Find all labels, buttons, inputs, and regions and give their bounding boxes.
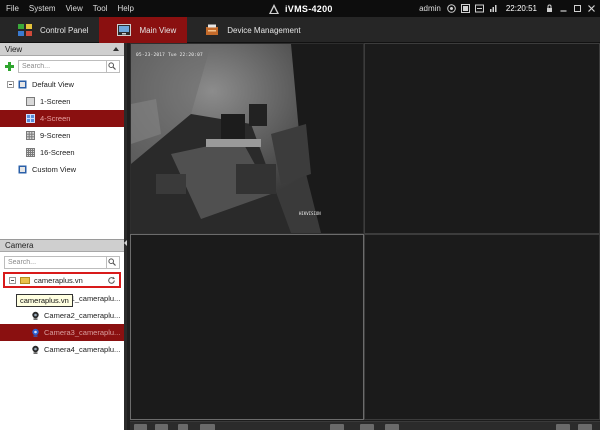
- add-view-icon[interactable]: [4, 61, 15, 72]
- camera-search-box: [4, 255, 120, 269]
- video-timestamp: 05-23-2017 Tue 22:20:07: [136, 53, 203, 58]
- cpu-usage-icon: [489, 4, 498, 13]
- maximize-view-button[interactable]: [578, 424, 592, 430]
- maximize-icon[interactable]: [573, 4, 582, 13]
- lock-icon[interactable]: [545, 4, 554, 13]
- tooltip: cameraplus.vn: [16, 294, 73, 307]
- menu-view[interactable]: View: [61, 4, 88, 13]
- camera-panel: Camera cameraplus.vn cameraplus.vn Came: [0, 239, 124, 358]
- camera-icon: [31, 311, 40, 320]
- fullscreen-button[interactable]: [155, 424, 168, 430]
- tree-item-label: 9-Screen: [40, 131, 71, 140]
- stop-all-button[interactable]: [330, 424, 344, 430]
- menu-file[interactable]: File: [0, 4, 24, 13]
- menu-tool[interactable]: Tool: [88, 4, 113, 13]
- volume-button[interactable]: [556, 424, 570, 430]
- collapse-panel-handle[interactable]: [124, 240, 127, 246]
- refresh-icon[interactable]: [107, 276, 116, 285]
- module-tab-bar: Control Panel Main View Device Managemen…: [0, 17, 600, 43]
- view-panel-header[interactable]: View: [0, 43, 124, 56]
- view-search-row: [0, 56, 124, 76]
- view-group-icon: [18, 80, 27, 89]
- nine-screen-layout-icon: [26, 131, 35, 140]
- menu-help[interactable]: Help: [112, 4, 138, 13]
- device-management-icon: [205, 24, 219, 36]
- camera-item-label: Camera4_cameraplu...: [44, 345, 121, 354]
- search-icon[interactable]: [106, 60, 117, 72]
- tree-custom-view[interactable]: Custom View: [0, 161, 124, 178]
- view-panel-title: View: [5, 44, 23, 54]
- video-channel-label: HIKVISION: [299, 211, 321, 216]
- close-icon[interactable]: [587, 4, 596, 13]
- camera-group-label: cameraplus.vn: [34, 275, 83, 285]
- tree-item-4-screen[interactable]: 4-Screen: [0, 110, 124, 127]
- tree-item-label: 1-Screen: [40, 97, 71, 106]
- lock-screen-icon[interactable]: [447, 4, 456, 13]
- tree-custom-view-label: Custom View: [32, 165, 77, 174]
- network-icon[interactable]: [460, 4, 470, 13]
- layout-button[interactable]: [134, 424, 147, 430]
- custom-view-icon: [18, 165, 27, 174]
- camera-item-4[interactable]: Camera4_cameraplu...: [0, 341, 124, 358]
- video-window-3[interactable]: [130, 234, 364, 420]
- next-button[interactable]: [385, 424, 399, 430]
- view-search-box: [18, 59, 120, 73]
- previous-button[interactable]: [360, 424, 374, 430]
- menu-bar: File System View Tool Help iVMS-4200 adm…: [0, 0, 600, 17]
- hdd-status-icon[interactable]: [474, 4, 484, 13]
- control-panel-icon: [18, 24, 32, 36]
- camera-feed-image: [131, 44, 363, 233]
- tab-device-management-label: Device Management: [227, 25, 301, 35]
- camera-icon: [31, 345, 40, 354]
- main-view-icon: [117, 24, 132, 36]
- video-window-1[interactable]: 05-23-2017 Tue 22:20:07 HIKVISION: [130, 43, 364, 234]
- view-toolbar: [130, 421, 600, 430]
- camera-group-row[interactable]: cameraplus.vn: [3, 272, 121, 288]
- tree-item-label: 4-Screen: [40, 114, 71, 123]
- capture-button[interactable]: [178, 424, 188, 430]
- status-bar: admin 22:20:51: [419, 0, 596, 17]
- hikvision-logo-icon: [268, 3, 280, 15]
- clock: 22:20:51: [505, 4, 537, 13]
- left-panel: View Default View 1-Screen 4-Screen: [0, 43, 127, 430]
- folder-icon: [20, 276, 30, 284]
- sixteen-screen-layout-icon: [26, 148, 35, 157]
- app-title-group: iVMS-4200: [268, 0, 333, 17]
- camera-search-row: [0, 252, 124, 272]
- menu-system[interactable]: System: [24, 4, 61, 13]
- tab-control-panel-label: Control Panel: [40, 25, 89, 35]
- user-label[interactable]: admin: [419, 4, 441, 13]
- camera-icon: [31, 328, 40, 337]
- camera-panel-title: Camera: [5, 241, 34, 250]
- tab-device-management[interactable]: Device Management: [187, 17, 311, 43]
- app-title: iVMS-4200: [285, 3, 333, 14]
- collapse-tree-icon[interactable]: [7, 81, 14, 88]
- tree-item-9-screen[interactable]: 9-Screen: [0, 127, 124, 144]
- camera-panel-header[interactable]: Camera: [0, 239, 124, 252]
- four-screen-layout-icon: [26, 114, 35, 123]
- view-search-input[interactable]: [22, 62, 102, 70]
- video-window-4[interactable]: [364, 234, 600, 420]
- tree-item-1-screen[interactable]: 1-Screen: [0, 93, 124, 110]
- collapse-tree-icon[interactable]: [9, 276, 16, 284]
- camera-item-label: Camera2_cameraplu...: [44, 311, 121, 320]
- one-screen-layout-icon: [26, 97, 35, 106]
- collapse-icon[interactable]: [113, 47, 119, 51]
- tree-default-view[interactable]: Default View: [0, 76, 124, 93]
- tab-control-panel[interactable]: Control Panel: [0, 17, 99, 43]
- tree-default-view-label: Default View: [32, 80, 74, 89]
- video-window-2[interactable]: [364, 43, 600, 234]
- tab-main-view-label: Main View: [139, 25, 177, 35]
- live-view-area: 05-23-2017 Tue 22:20:07 HIKVISION: [130, 43, 600, 430]
- tab-main-view[interactable]: Main View: [99, 17, 188, 43]
- search-icon[interactable]: [106, 256, 117, 268]
- record-button[interactable]: [200, 424, 215, 430]
- camera-item-2[interactable]: Camera2_cameraplu...: [0, 307, 124, 324]
- camera-item-label: Camera3_cameraplu...: [44, 328, 121, 337]
- tree-item-label: 16-Screen: [40, 148, 75, 157]
- camera-search-input[interactable]: [8, 258, 103, 266]
- camera-item-3[interactable]: Camera3_cameraplu...: [0, 324, 124, 341]
- minimize-icon[interactable]: [559, 4, 568, 13]
- tree-item-16-screen[interactable]: 16-Screen: [0, 144, 124, 161]
